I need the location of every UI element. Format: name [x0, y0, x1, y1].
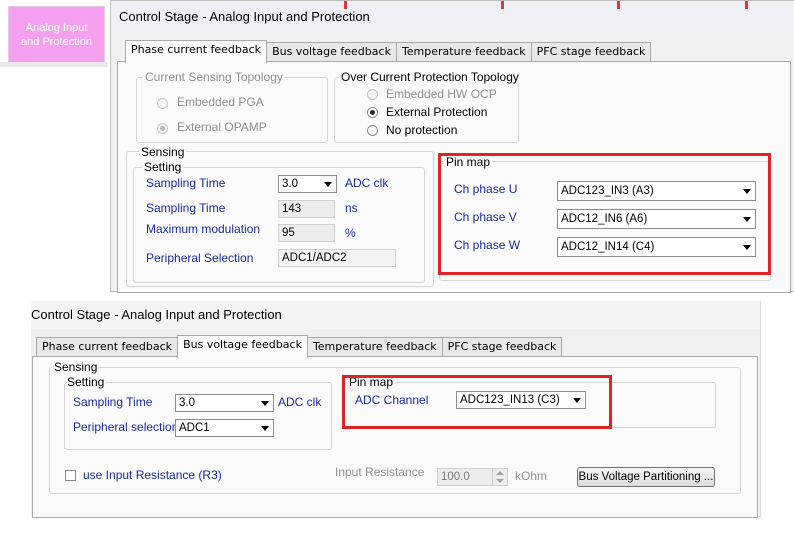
- tab-pfc-stage[interactable]: PFC stage feedback: [441, 337, 563, 358]
- spin-up-icon[interactable]: [496, 471, 504, 475]
- window-title: Control Stage - Analog Input and Protect…: [31, 307, 282, 322]
- window-titlebar: Control Stage - Analog Input and Protect…: [31, 301, 760, 329]
- pin-map-highlight: [438, 153, 771, 275]
- tab-panel: Sensing Setting Sampling Time 3.0 ADC cl…: [32, 356, 758, 518]
- sampling-time-ns-unit: ns: [345, 201, 358, 215]
- peripheral-selection-select[interactable]: ADC1: [175, 419, 274, 437]
- tab-phase-current[interactable]: Phase current feedback: [125, 40, 268, 64]
- setting-group: Setting Sampling Time 3.0 ADC clk Sampli…: [133, 160, 425, 283]
- tab-bus-voltage[interactable]: Bus voltage feedback: [266, 42, 397, 63]
- spin-down-icon[interactable]: [496, 479, 504, 483]
- sensing-group: Sensing Setting Sampling Time 3.0 ADC cl…: [126, 145, 434, 287]
- sampling-time-value: 3.0: [179, 397, 195, 409]
- embedded-hw-ocp-label: Embedded HW OCP: [386, 87, 497, 101]
- chevron-down-icon: [261, 401, 269, 406]
- sensing-legend: Sensing: [52, 360, 100, 374]
- sampling-time-select[interactable]: 3.0: [278, 175, 337, 193]
- input-resistance-value: 100.0: [441, 471, 470, 483]
- sidebar-divider: [0, 62, 108, 67]
- peripheral-selection-value: ADC1: [179, 422, 210, 434]
- ocp-group: Over Current Protection Topology Embedde…: [334, 70, 521, 143]
- use-input-resistance-label: use Input Resistance (R3): [83, 468, 222, 482]
- external-protection-label: External Protection: [386, 105, 488, 119]
- no-protection-label: No protection: [386, 123, 458, 137]
- analog-input-protection-button[interactable]: Analog Input and Protection: [8, 6, 105, 63]
- bus-voltage-partitioning-button[interactable]: Bus Voltage Partitioning ...: [577, 467, 715, 487]
- external-opamp-radio[interactable]: [157, 123, 168, 134]
- tab-pfc-stage[interactable]: PFC stage feedback: [530, 42, 652, 63]
- use-input-resistance-checkbox[interactable]: [65, 470, 76, 481]
- tab-bar: Phase current feedback Bus voltage feedb…: [125, 40, 652, 64]
- pin-map-highlight: [342, 375, 612, 429]
- tab-temperature[interactable]: Temperature feedback: [306, 337, 443, 358]
- window-bus-voltage: Control Stage - Analog Input and Protect…: [31, 301, 761, 518]
- max-modulation-unit: %: [345, 226, 356, 240]
- peripheral-selection-label: Peripheral Selection: [146, 251, 254, 265]
- sampling-time-unit: ADC clk: [278, 395, 322, 409]
- sampling-time-value: 3.0: [282, 178, 298, 190]
- tab-panel: Current Sensing Topology Embedded PGA Ex…: [117, 61, 791, 293]
- sampling-time-label: Sampling Time: [146, 176, 226, 190]
- ocp-legend: Over Current Protection Topology: [339, 70, 521, 84]
- tab-bar: Phase current feedback Bus voltage feedb…: [36, 335, 563, 359]
- chevron-down-icon: [324, 182, 332, 187]
- peripheral-selection-field: ADC1/ADC2: [278, 249, 396, 267]
- button-line2: and Protection: [21, 35, 92, 48]
- embedded-pga-label: Embedded PGA: [177, 95, 264, 109]
- input-resistance-unit: kOhm: [515, 469, 548, 483]
- input-resistance-spinner[interactable]: 100.0: [437, 468, 508, 486]
- tab-phase-current[interactable]: Phase current feedback: [36, 337, 179, 358]
- input-resistance-label: Input Resistance: [335, 465, 425, 479]
- max-modulation-field: 95: [278, 224, 335, 242]
- chevron-down-icon: [261, 426, 269, 431]
- peripheral-selection-label: Peripheral selection: [73, 420, 179, 434]
- external-opamp-label: External OPAMP: [177, 120, 267, 134]
- sensing-legend: Sensing: [139, 145, 187, 159]
- embedded-hw-ocp-radio[interactable]: [367, 89, 378, 100]
- window-phase-current: Control Stage - Analog Input and Protect…: [110, 0, 794, 293]
- current-sensing-legend: Current Sensing Topology: [143, 70, 285, 84]
- sampling-time-ns-label: Sampling Time: [146, 201, 226, 215]
- sampling-time-ns-field: 143: [278, 200, 335, 218]
- setting-group: Setting Sampling Time 3.0 ADC clk Periph…: [64, 375, 332, 450]
- no-protection-radio[interactable]: [367, 125, 378, 136]
- setting-legend: Setting: [142, 160, 184, 174]
- external-protection-radio[interactable]: [367, 107, 378, 118]
- sampling-time-label: Sampling Time: [73, 395, 153, 409]
- window-title: Control Stage - Analog Input and Protect…: [119, 9, 370, 24]
- setting-legend: Setting: [65, 375, 107, 389]
- sampling-time-select[interactable]: 3.0: [175, 394, 274, 412]
- max-modulation-label: Maximum modulation: [146, 222, 261, 236]
- window-titlebar: Control Stage - Analog Input and Protect…: [111, 1, 794, 31]
- button-line1: Analog Input: [25, 21, 88, 34]
- tab-bus-voltage[interactable]: Bus voltage feedback: [177, 335, 308, 359]
- current-sensing-group: Current Sensing Topology Embedded PGA Ex…: [136, 70, 328, 143]
- tab-temperature[interactable]: Temperature feedback: [395, 42, 532, 63]
- sampling-time-unit: ADC clk: [345, 176, 389, 190]
- embedded-pga-radio[interactable]: [157, 98, 168, 109]
